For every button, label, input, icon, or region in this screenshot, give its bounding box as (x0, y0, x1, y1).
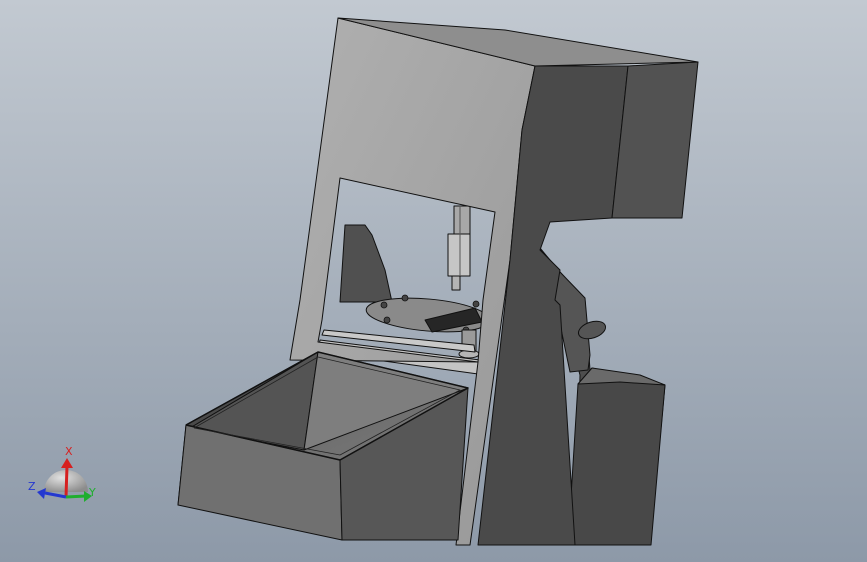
triad-y-axis (65, 494, 87, 499)
model-view[interactable]: X Y Z (0, 0, 867, 562)
table-hole-2 (401, 294, 409, 302)
cad-graphics-viewport[interactable]: X Y Z (0, 0, 867, 562)
triad-x-axis (64, 465, 69, 498)
triad-x-label: X (65, 445, 73, 458)
base-block-right-side[interactable] (567, 367, 666, 546)
table-hole-4 (472, 300, 480, 308)
table-hole-1 (380, 301, 388, 309)
spindle-tip (451, 275, 461, 291)
spindle-lower (447, 233, 471, 277)
triad-y-label: Y (88, 486, 96, 499)
table-hole-3 (383, 316, 391, 324)
spindle-upper (453, 205, 471, 237)
triad-z-label: Z (28, 480, 36, 493)
